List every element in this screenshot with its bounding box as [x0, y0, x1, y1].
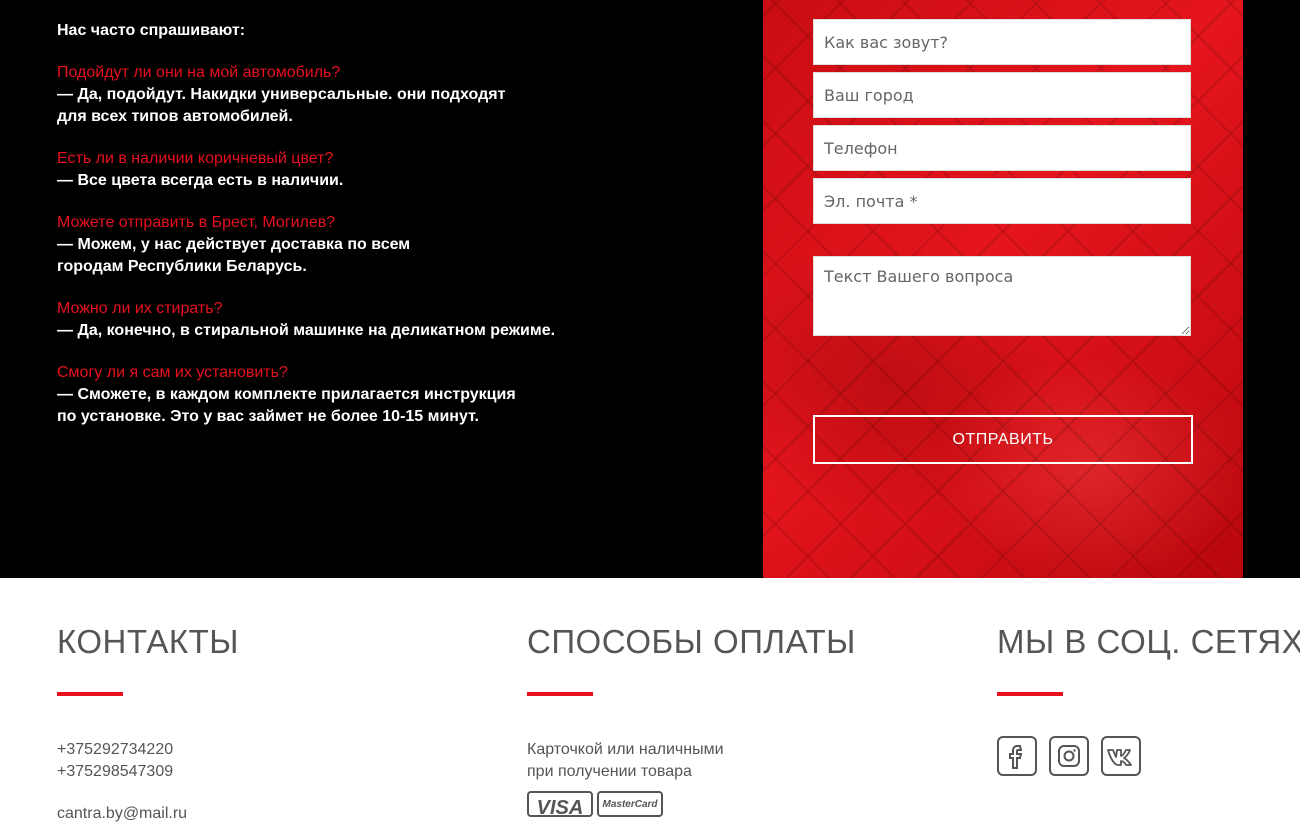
faq-item: Есть ли в наличии коричневый цвет? — Все… — [57, 148, 657, 192]
contacts-column: КОНТАКТЫ +375292734220 +375298547309 can… — [57, 622, 239, 825]
social-links — [997, 736, 1300, 776]
faq-question: Можно ли их стирать? — [57, 300, 223, 317]
vk-icon[interactable] — [1101, 736, 1141, 776]
payment-description: Карточкой или наличными при получении то… — [527, 741, 724, 780]
question-textarea[interactable] — [813, 256, 1191, 336]
contacts-title: КОНТАКТЫ — [57, 623, 240, 660]
faq-answer: — Можем, у нас действует доставка по все… — [57, 236, 411, 275]
social-column: МЫ В СОЦ. СЕТЯХ — [997, 622, 1300, 776]
phone-input[interactable] — [813, 125, 1191, 171]
city-input[interactable] — [813, 72, 1191, 118]
faq-section: Нас часто спрашивают: Подойдут ли они на… — [0, 0, 1300, 578]
phone-link[interactable]: +375298547309 — [57, 761, 239, 783]
email-link[interactable]: cantra.by@mail.ru — [57, 803, 239, 825]
instagram-icon[interactable] — [1049, 736, 1089, 776]
faq-answer: — Сможете, в каждом комплекте прилагаетс… — [57, 386, 516, 425]
faq-answer: — Все цвета всегда есть в наличии. — [57, 172, 344, 189]
faq-question: Подойдут ли они на мой автомобиль? — [57, 64, 341, 81]
faq-answer: — Да, подойдут. Накидки универсальные. о… — [57, 86, 506, 125]
title-underline — [527, 692, 593, 696]
visa-logo: VISA — [527, 791, 593, 817]
question-form: ОТПРАВИТЬ — [763, 0, 1243, 578]
faq-item: Можете отправить в Брест, Могилев? — Мож… — [57, 212, 657, 278]
faq-heading: Нас часто спрашивают: — [57, 22, 246, 39]
payment-title: СПОСОБЫ ОПЛАТЫ — [527, 623, 856, 660]
phone-link[interactable]: +375292734220 — [57, 739, 239, 761]
faq-list: Нас часто спрашивают: Подойдут ли они на… — [57, 20, 657, 448]
mastercard-logo: MasterCard — [597, 791, 663, 817]
faq-item: Смогу ли я сам их установить? — Сможете,… — [57, 362, 657, 428]
faq-question: Можете отправить в Брест, Могилев? — [57, 214, 336, 231]
faq-question: Есть ли в наличии коричневый цвет? — [57, 150, 334, 167]
submit-button[interactable]: ОТПРАВИТЬ — [813, 415, 1193, 464]
social-title: МЫ В СОЦ. СЕТЯХ — [997, 623, 1300, 660]
email-input[interactable] — [813, 178, 1191, 224]
title-underline — [997, 692, 1063, 696]
faq-item: Можно ли их стирать? — Да, конечно, в ст… — [57, 298, 657, 342]
name-input[interactable] — [813, 19, 1191, 65]
title-underline — [57, 692, 123, 696]
payment-column: СПОСОБЫ ОПЛАТЫ Карточкой или наличными п… — [527, 622, 856, 817]
faq-question: Смогу ли я сам их установить? — [57, 364, 288, 381]
faq-item: Подойдут ли они на мой автомобиль? — Да,… — [57, 62, 657, 128]
faq-answer: — Да, конечно, в стиральной машинке на д… — [57, 322, 556, 339]
facebook-icon[interactable] — [997, 736, 1037, 776]
